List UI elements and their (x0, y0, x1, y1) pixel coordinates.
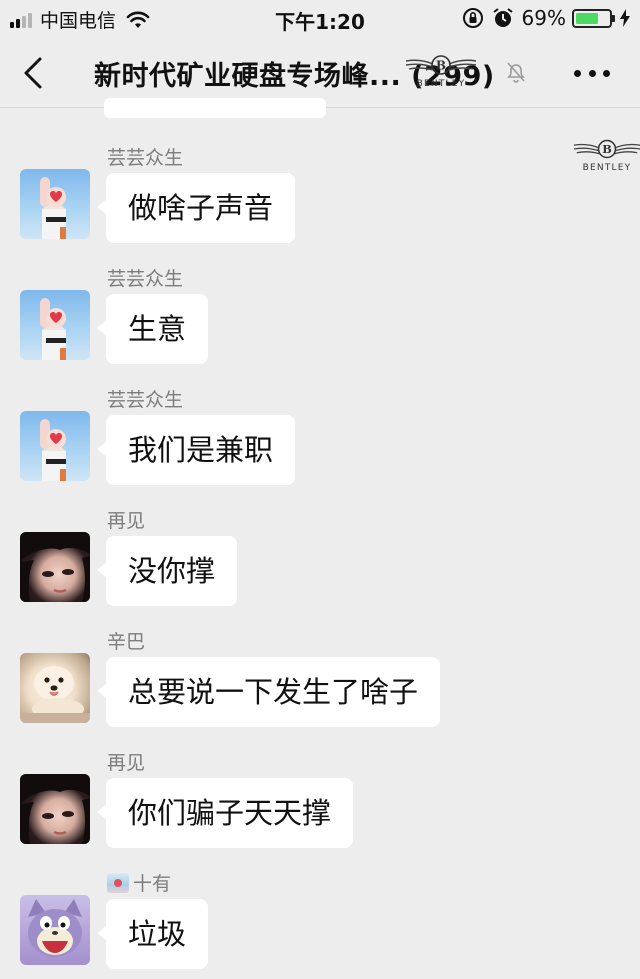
alarm-icon (492, 8, 513, 27)
message-bubble[interactable]: 总要说一下发生了啥子 (96, 657, 441, 727)
status-bar: 中国电信 下午1:20 69% (0, 0, 640, 36)
bentley-watermark-logo: B BENTLEY (404, 52, 478, 92)
chat-message: 辛巴 总要说一下发生了啥子 (0, 627, 640, 737)
sender-name-row: 十有 (107, 869, 171, 896)
chevron-left-icon[interactable] (20, 56, 50, 90)
bell-muted-icon (507, 62, 525, 83)
sender-name: 芸芸众生 (107, 268, 184, 290)
bentley-watermark-text: BENTLEY (416, 79, 466, 89)
message-bubble[interactable]: 没你撑 (96, 536, 238, 606)
chat-message: 再见 你们骗子天天撑 (0, 748, 640, 858)
message-bubble[interactable]: 你们骗子天天撑 (96, 778, 354, 848)
girl-portrait-avatar[interactable] (20, 532, 90, 602)
message-bubble[interactable]: 我们是兼职 (96, 415, 296, 485)
tom-cat-avatar[interactable] (20, 895, 90, 965)
chat-message: 芸芸众生 生意 (0, 264, 640, 374)
chat-message: 芸芸众生 我们是兼职 (0, 385, 640, 495)
svg-text:B: B (436, 59, 446, 73)
girl-portrait-avatar[interactable] (20, 774, 90, 844)
message-bubble[interactable]: 垃圾 (96, 899, 209, 969)
orientation-lock-icon (462, 8, 483, 28)
cartoon-figure-avatar[interactable] (20, 290, 90, 360)
battery-percent: 69% (521, 6, 566, 30)
chat-message: 再见 没你撑 (0, 506, 640, 616)
sticker-icon (107, 872, 129, 893)
cartoon-figure-avatar[interactable] (20, 169, 90, 239)
sender-name: 再见 (107, 752, 146, 774)
chat-message: 芸芸众生 做啥子声音 (0, 143, 640, 253)
sender-name: 十有 (133, 873, 172, 895)
previous-message-bubble[interactable] (104, 98, 326, 118)
message-bubble[interactable]: 生意 (96, 294, 209, 364)
battery-level-fill (576, 12, 599, 24)
sender-name: 再见 (107, 510, 146, 532)
sender-name: 芸芸众生 (107, 147, 184, 169)
chat-message: 十有 垃圾 (0, 869, 640, 979)
sender-name: 芸芸众生 (107, 389, 184, 411)
message-bubble[interactable]: 做啥子声音 (96, 173, 296, 243)
cartoon-figure-avatar[interactable] (20, 411, 90, 481)
charging-icon (620, 9, 630, 27)
status-right: 69% (462, 6, 630, 30)
dog-avatar[interactable] (20, 653, 90, 723)
sender-name: 辛巴 (107, 631, 146, 653)
battery-icon (572, 8, 615, 28)
more-dots-icon[interactable] (574, 66, 610, 80)
